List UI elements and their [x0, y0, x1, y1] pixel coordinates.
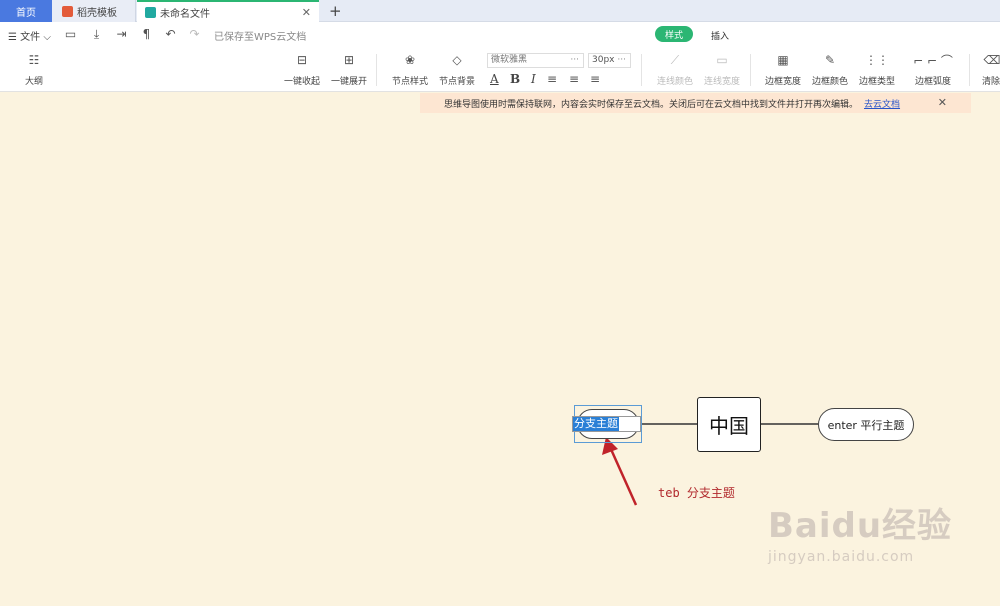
sibling-topic-text: enter 平行主题 [827, 418, 905, 432]
baidu-jingyan-watermark: Baidu经验 jingyan.baidu.com [768, 498, 958, 584]
branch-topic-text: 分支主题 [573, 417, 619, 431]
watermark-url: jingyan.baidu.com [768, 549, 915, 565]
root-topic-text: 中国 [709, 414, 749, 438]
watermark-logo-text: Baidu经验 [768, 506, 953, 546]
root-topic-node[interactable]: 中国 [697, 397, 761, 452]
branch-topic-editor[interactable]: 分支主题 [572, 416, 641, 432]
tutorial-annotation: teb 分支主题 [658, 486, 735, 500]
sibling-topic-node[interactable]: enter 平行主题 [818, 408, 914, 441]
annotation-arrow-shaft [608, 446, 638, 506]
